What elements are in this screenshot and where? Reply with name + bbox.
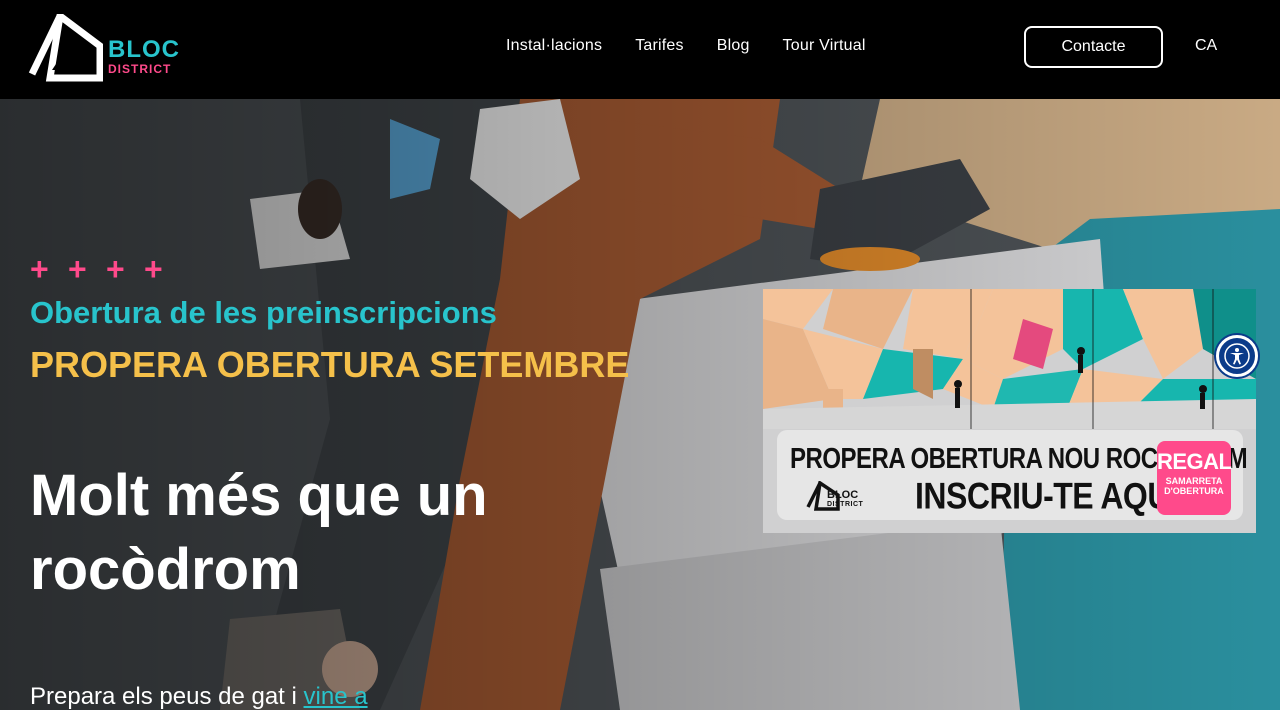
plus-icon: +: [30, 251, 49, 287]
logo-mark-icon: [28, 14, 103, 82]
banner-cta: INSCRIU-TE AQUÍ: [915, 475, 1179, 517]
language-selector[interactable]: CA: [1195, 37, 1217, 55]
hero-description-text: Prepara els peus de gat i: [30, 683, 304, 710]
nav-item-blog[interactable]: Blog: [717, 37, 750, 55]
logo-primary-text: BLOC: [108, 36, 180, 63]
hero-description: Prepara els peus de gat i vine a: [30, 683, 368, 710]
plus-icon: +: [144, 251, 163, 287]
contact-button[interactable]: Contacte: [1024, 26, 1163, 68]
accessibility-button[interactable]: [1216, 335, 1258, 377]
accessibility-icon: [1224, 343, 1250, 369]
nav-item-virtual-tour[interactable]: Tour Virtual: [783, 37, 866, 55]
main-nav: Instal·lacions Tarifes Blog Tour Virtual: [506, 37, 866, 55]
logo-secondary-text: DISTRICT: [108, 62, 172, 76]
banner-logo-secondary: DISTRICT: [827, 501, 864, 508]
banner-logo-primary: BLOC: [827, 489, 859, 501]
brand-logo[interactable]: BLOC DISTRICT: [28, 14, 179, 82]
plus-icon: +: [68, 251, 87, 287]
signup-promo-banner[interactable]: PROPERA OBERTURA NOU ROCÒDROM INSCRIU-TE…: [763, 289, 1256, 533]
nav-item-rates[interactable]: Tarifes: [635, 37, 684, 55]
hero-section: + + + + Obertura de les preinscripcions …: [0, 99, 1280, 710]
decorative-plus-row: + + + +: [30, 253, 166, 285]
gift-title: REGAL: [1157, 449, 1232, 474]
hero-title: Molt més que un rocòdrom: [30, 463, 488, 602]
hero-description-link[interactable]: vine a: [304, 683, 368, 710]
site-header: BLOC DISTRICT Instal·lacions Tarifes Blo…: [0, 0, 1280, 99]
nav-item-installations[interactable]: Instal·lacions: [506, 37, 602, 55]
plus-icon: +: [106, 251, 125, 287]
hero-subtitle-preregistration: Obertura de les preinscripcions: [30, 295, 497, 330]
gift-description: SAMARRETA D'OBERTURA: [1164, 476, 1224, 497]
gift-badge: REGAL SAMARRETA D'OBERTURA: [1157, 441, 1232, 515]
banner-logo-text: BLOC DISTRICT: [827, 489, 864, 509]
hero-subtitle-opening: PROPERA OBERTURA SETEMBRE: [30, 344, 630, 385]
